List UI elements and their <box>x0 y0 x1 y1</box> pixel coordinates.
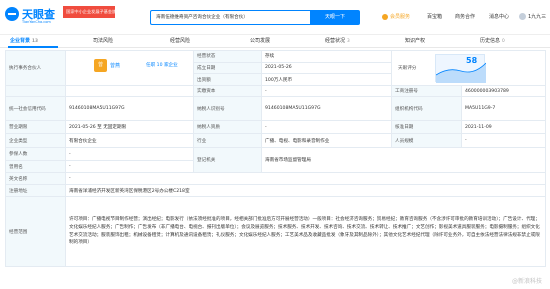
tab-label: 知识产权 <box>405 38 426 44</box>
top-bar: 天眼查 TianYanCha.com 国家中小企业发展子基金旗下 海南伍德维奇资… <box>0 0 550 35</box>
search-input[interactable]: 海南伍德维奇资产咨询合伙企业（有限合伙） <box>150 10 310 25</box>
tab-label: 历史信息 <box>480 38 501 44</box>
status-value: 存续 <box>261 50 392 63</box>
insured-label: 参保人数 <box>5 147 66 161</box>
score-cell: 天眼评分 58 <box>391 50 546 86</box>
watermark: @新浪科技 <box>511 278 542 285</box>
logo-subtext: TianYanCha.com <box>22 20 51 24</box>
address-value: 海南省洋浦经济开发区新英湾区保税港区2号办公楼C218室 <box>65 184 546 197</box>
capital-label: 出资额 <box>193 73 262 86</box>
industry-label: 行业 <box>193 133 262 148</box>
scope-value: 许可项目：广播电视节目制作经营；演出经纪；电影发行（依法须经批准的项目，经相关部… <box>65 196 546 267</box>
type-value: 有限合伙企业 <box>65 133 194 148</box>
approve-value: 2021-11-09 <box>461 120 546 134</box>
score-value: 58 <box>466 56 478 65</box>
insured-value: - <box>65 147 194 161</box>
tab-label: 企业背景 <box>10 38 31 44</box>
tianyan-score-label: 天眼评分 <box>398 66 417 71</box>
nav-messages[interactable]: 消息中心 <box>489 13 509 20</box>
score-chart[interactable]: 58 <box>435 54 487 83</box>
vip-service-link[interactable]: 会员服务 <box>382 13 410 20</box>
company-info-table: 执行事务合伙人 曾 曾燕 任职 10 家企业 经营状态 存续 天眼评分 58 成… <box>5 50 546 267</box>
found-label: 成立日期 <box>193 61 262 75</box>
approve-label: 核准日期 <box>391 120 462 134</box>
term-value: 2021-05-26 至 无固定期限 <box>65 120 194 134</box>
avatar <box>519 13 526 20</box>
crown-icon <box>382 13 388 20</box>
found-value: 2021-05-26 <box>261 61 392 75</box>
empty-value <box>65 85 194 97</box>
active-tab-indicator <box>8 46 58 48</box>
tab-background[interactable]: 企业背景 13 <box>10 37 38 44</box>
tab-judicial-risk[interactable]: 司法风险 <box>93 37 113 44</box>
qual-label: 纳税人资质 <box>193 120 262 134</box>
score-wave-icon <box>435 62 487 83</box>
org-label: 组织机构代码 <box>391 96 462 121</box>
former-value: - <box>65 160 194 173</box>
partner-companies-link[interactable]: 任职 10 家企业 <box>146 62 178 68</box>
tab-development[interactable]: 公司发展 <box>250 37 270 44</box>
eye-logo-icon <box>5 7 19 21</box>
industry-value: 广播、电视、电影和录音制作业 <box>261 133 392 148</box>
tab-ip[interactable]: 知识产权 <box>405 37 425 44</box>
tab-label: 司法风险 <box>93 38 114 44</box>
en-value: - <box>65 172 546 185</box>
tab-history[interactable]: 历史信息 0 <box>480 37 505 44</box>
taxpayer-value: 91460108MA5U11G97G <box>261 96 392 121</box>
logo[interactable]: 天眼查 TianYanCha.com <box>5 5 60 27</box>
address-label: 注册地址 <box>5 184 66 197</box>
credit-value: 91460108MA5U11G97G <box>65 96 194 121</box>
staff-value: - <box>461 133 546 148</box>
tab-business-risk[interactable]: 经营风险 <box>170 37 190 44</box>
tab-count: 0 <box>502 39 505 44</box>
authority-label: 登记机关 <box>193 147 262 173</box>
tab-label: 公司发展 <box>250 38 271 44</box>
tab-label: 经营风险 <box>170 38 191 44</box>
taxpayer-label: 纳税人识别号 <box>193 96 262 121</box>
term-label: 营业期限 <box>5 120 66 134</box>
reg-no-value: 460000003903789 <box>461 85 546 97</box>
partner-label-cell: 执行事务合伙人 <box>5 50 66 86</box>
empty-label <box>5 85 66 97</box>
partner-cell: 曾 曾燕 任职 10 家企业 <box>65 50 194 86</box>
paid-label: 实缴资本 <box>193 85 262 97</box>
reg-no-label: 工商注册号 <box>391 85 462 97</box>
capital-value: 100万人民币 <box>261 73 392 86</box>
nav-toolbox[interactable]: 百宝箱 <box>427 13 442 20</box>
nav-business[interactable]: 商务合作 <box>455 13 475 20</box>
username: 1九九三 <box>528 14 547 20</box>
vip-label: 会员服务 <box>390 14 411 20</box>
promo-badge[interactable]: 国家中小企业发展子基金旗下 <box>63 6 115 18</box>
staff-label: 人员规模 <box>391 133 462 148</box>
partner-label: 执行事务合伙人 <box>9 66 42 71</box>
user-menu[interactable]: 1九九三 <box>519 13 546 20</box>
credit-label: 统一社会信用代码 <box>5 96 66 121</box>
en-label: 英文名称 <box>5 172 66 185</box>
former-label: 曾用名 <box>5 160 66 173</box>
org-value: MA5U11G9-7 <box>461 96 546 121</box>
status-label: 经营状态 <box>193 50 262 63</box>
search-button[interactable]: 天眼一下 <box>310 10 360 25</box>
section-tabs: 企业背景 13 司法风险 经营风险 公司发展 经营状况 3 知识产权 历史信息 0 <box>0 35 550 48</box>
type-label: 企业类型 <box>5 133 66 148</box>
tab-operations[interactable]: 经营状况 3 <box>325 37 350 44</box>
partner-name[interactable]: 曾燕 <box>110 62 120 69</box>
tab-label: 经营状况 <box>325 38 346 44</box>
scope-label: 经营范围 <box>5 196 66 267</box>
authority-value: 海南省市场监督管理局 <box>261 147 546 173</box>
tab-count: 13 <box>32 39 38 44</box>
paid-value: - <box>261 85 392 97</box>
qual-value: - <box>261 120 392 134</box>
tab-count: 3 <box>347 39 350 44</box>
partner-avatar[interactable]: 曾 <box>94 59 107 72</box>
